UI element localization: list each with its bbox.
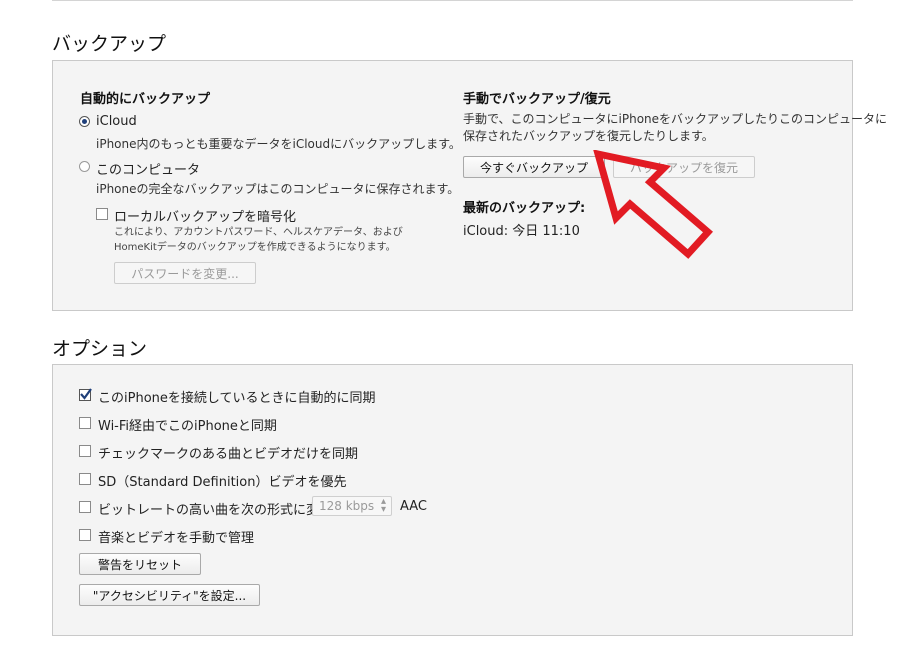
wifi-sync-label[interactable]: Wi-Fi経由でこのiPhoneと同期: [98, 415, 277, 434]
encrypt-option[interactable]: ローカルバックアップを暗号化: [96, 206, 356, 225]
backup-panel: 自動的にバックアップ iCloud iPhone内のもっとも重要なデータをiCl…: [52, 60, 887, 311]
options-section-title: オプション: [52, 338, 148, 360]
computer-radio-option[interactable]: このコンピュータ: [79, 159, 279, 178]
manual-description-line1: 手動で、このコンピュータにiPhoneをバックアップしたりこのコンピュータに: [463, 112, 888, 126]
checked-only-label[interactable]: チェックマークのある曲とビデオだけを同期: [98, 443, 358, 462]
top-divider: [52, 0, 853, 1]
manual-manage-checkbox[interactable]: [79, 529, 91, 541]
annotation-arrow-icon: [593, 150, 714, 259]
computer-label[interactable]: このコンピュータ: [96, 159, 200, 178]
backup-section-title: バックアップ: [52, 33, 167, 55]
checked-only-checkbox[interactable]: [79, 445, 91, 457]
latest-backup-heading: 最新のバックアップ:: [463, 201, 586, 216]
option-wifi-sync[interactable]: Wi-Fi経由でこのiPhoneと同期: [79, 415, 379, 434]
computer-description: iPhoneの完全なバックアップはこのコンピュータに保存されます。: [96, 182, 460, 196]
option-prefer-sd[interactable]: SD（Standard Definition）ビデオを優先: [79, 471, 379, 490]
convert-bitrate-label[interactable]: ビットレートの高い曲を次の形式に変換:: [98, 499, 336, 518]
manual-manage-label[interactable]: 音楽とビデオを手動で管理: [98, 527, 254, 546]
bitrate-select[interactable]: 128 kbps ▴ ▾: [312, 496, 392, 516]
option-convert-bitrate[interactable]: ビットレートの高い曲を次の形式に変換:: [79, 499, 336, 518]
auto-backup-heading: 自動的にバックアップ: [80, 92, 211, 107]
change-password-button[interactable]: パスワードを変更...: [114, 262, 256, 284]
prefer-sd-label[interactable]: SD（Standard Definition）ビデオを優先: [98, 471, 347, 490]
computer-radio[interactable]: [79, 161, 90, 172]
bitrate-value: 128 kbps: [319, 499, 375, 513]
encrypt-description: これにより、アカウントパスワード、ヘルスケアデータ、およびHomeKitデータの…: [114, 227, 403, 253]
manual-description-line2: 保存されたバックアップを復元したりします。: [463, 129, 714, 143]
bitrate-format: AAC: [400, 499, 427, 514]
encrypt-label[interactable]: ローカルバックアップを暗号化: [114, 206, 296, 225]
auto-sync-label[interactable]: このiPhoneを接続しているときに自動的に同期: [98, 387, 376, 406]
backup-now-button[interactable]: 今すぐバックアップ: [463, 156, 605, 178]
checkmark-icon: [80, 388, 92, 400]
prefer-sd-checkbox[interactable]: [79, 473, 91, 485]
convert-bitrate-checkbox[interactable]: [79, 501, 91, 513]
manual-backup-heading: 手動でバックアップ/復元: [463, 92, 611, 107]
icloud-radio[interactable]: [79, 116, 90, 127]
icloud-radio-option[interactable]: iCloud: [79, 114, 279, 130]
accessibility-settings-button[interactable]: "アクセシビリティ"を設定...: [79, 584, 260, 606]
wifi-sync-checkbox[interactable]: [79, 417, 91, 429]
option-auto-sync[interactable]: このiPhoneを接続しているときに自動的に同期: [79, 387, 409, 406]
latest-backup-value: iCloud: 今日 11:10: [463, 224, 580, 239]
option-manual-manage[interactable]: 音楽とビデオを手動で管理: [79, 527, 379, 546]
encrypt-checkbox[interactable]: [96, 208, 108, 220]
icloud-label[interactable]: iCloud: [96, 114, 137, 129]
reset-warnings-button[interactable]: 警告をリセット: [79, 553, 201, 575]
option-checked-only[interactable]: チェックマークのある曲とビデオだけを同期: [79, 443, 379, 462]
stepper-arrows-icon: ▴ ▾: [380, 496, 386, 515]
options-panel: このiPhoneを接続しているときに自動的に同期 Wi-Fi経由でこのiPhon…: [52, 364, 853, 636]
auto-sync-checkbox[interactable]: [79, 388, 92, 401]
icloud-description: iPhone内のもっとも重要なデータをiCloudにバックアップします。: [96, 137, 461, 151]
